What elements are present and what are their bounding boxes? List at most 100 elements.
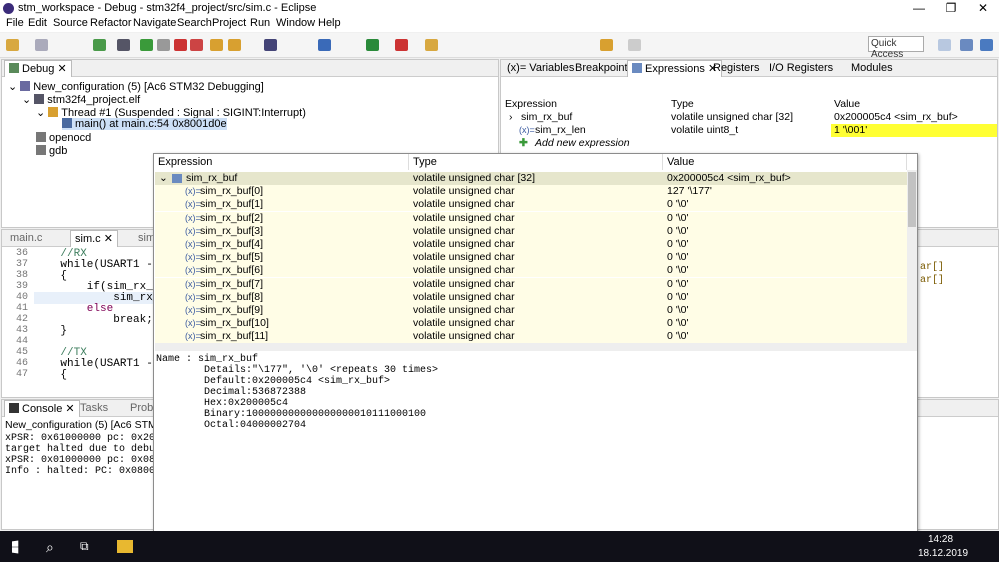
tree-item-openocd[interactable]: openocd xyxy=(36,132,91,144)
popup-row[interactable]: ⌄ sim_rx_buf volatile unsigned char [32]… xyxy=(155,172,907,185)
menu-help[interactable]: Help xyxy=(318,17,341,29)
quick-access-input[interactable]: Quick Access xyxy=(868,36,924,60)
popup-row-name: sim_rx_buf[6] xyxy=(200,264,264,277)
clock-date[interactable]: 18.12.2019 xyxy=(918,548,968,559)
popup-row[interactable]: (x)= sim_rx_buf[5] volatile unsigned char 0… xyxy=(155,251,907,265)
popup-row-value: 0 '\0' xyxy=(667,290,689,303)
popup-row-value: 0 '\0' xyxy=(667,224,689,237)
process-icon xyxy=(36,145,46,155)
back-icon[interactable] xyxy=(600,39,613,51)
run-icon[interactable] xyxy=(366,39,379,51)
popup-row[interactable]: (x)= sim_rx_buf[3] volatile unsigned char 0… xyxy=(155,224,907,238)
tab-modules[interactable]: Modules xyxy=(847,60,897,77)
expr-name: sim_rx_buf xyxy=(521,111,573,123)
c-perspective-icon[interactable] xyxy=(960,39,973,51)
menu-navigate[interactable]: Navigate xyxy=(133,17,176,29)
popup-row-type: volatile unsigned char xyxy=(413,330,515,343)
popup-row[interactable]: (x)= sim_rx_buf[7] volatile unsigned char 0… xyxy=(155,277,907,291)
search-icon[interactable]: ⌕ xyxy=(46,539,54,556)
collapse-icon[interactable]: ⌄ xyxy=(159,172,168,185)
scroll-thumb[interactable] xyxy=(908,172,916,227)
process-icon xyxy=(34,94,45,104)
popup-row[interactable]: (x)= sim_rx_buf[10] volatile unsigned char… xyxy=(155,317,907,331)
popup-col-expression[interactable]: Expression xyxy=(154,154,409,170)
tab-expressions[interactable]: Expressions ✕ xyxy=(627,60,723,77)
expr-row[interactable]: (x)= sim_rx_len volatile uint8_t 1 '\001… xyxy=(503,124,997,137)
popup-row[interactable]: (x)= sim_rx_buf[6] volatile unsigned char 0… xyxy=(155,264,907,278)
menu-refactor[interactable]: Refactor xyxy=(90,17,132,29)
tab-tasks[interactable]: Tasks xyxy=(76,400,112,417)
tab-sim-c[interactable]: sim.c ✕ xyxy=(70,230,118,247)
task-view-icon[interactable]: ⧉ xyxy=(80,539,89,554)
close-button[interactable]: ✕ xyxy=(967,0,999,17)
debug-perspective-icon[interactable] xyxy=(980,39,993,51)
expr-col-expression[interactable]: Expression xyxy=(505,98,557,110)
popup-row[interactable]: (x)= sim_rx_buf[8] volatile unsigned char 0… xyxy=(155,290,907,304)
maximize-button[interactable]: ❐ xyxy=(935,0,967,17)
open-folder-icon[interactable] xyxy=(425,39,438,51)
tab-main-c[interactable]: main.c xyxy=(6,230,46,247)
menu-run[interactable]: Run xyxy=(250,17,270,29)
code-line[interactable]: { xyxy=(34,369,67,381)
popup-row[interactable]: (x)= sim_rx_buf[11] volatile unsigned char… xyxy=(155,330,907,344)
tab-registers[interactable]: Registers xyxy=(709,60,763,77)
step-over-icon[interactable] xyxy=(228,39,241,51)
popup-row-name: sim_rx_buf[4] xyxy=(200,238,264,250)
tab-debug[interactable]: Debug ✕ xyxy=(4,60,72,77)
instruction-step-icon[interactable] xyxy=(264,39,277,51)
menu-edit[interactable]: Edit xyxy=(28,17,47,29)
external-tools-icon[interactable] xyxy=(395,39,408,51)
clock-time[interactable]: 14:28 xyxy=(928,534,953,545)
popup-row[interactable]: (x)= sim_rx_buf[2] volatile unsigned char 0… xyxy=(155,211,907,225)
expand-icon[interactable]: › xyxy=(509,111,513,124)
skip-breakpoints-icon[interactable] xyxy=(117,39,130,51)
menu-source[interactable]: Source xyxy=(53,17,88,29)
tree-item-gdb[interactable]: gdb xyxy=(36,145,67,157)
expr-col-type[interactable]: Type xyxy=(671,98,694,110)
popup-col-value[interactable]: Value xyxy=(663,154,907,170)
popup-row[interactable]: (x)= sim_rx_buf[1] volatile unsigned char 0… xyxy=(155,198,907,212)
disconnect-icon[interactable] xyxy=(190,39,203,51)
popup-row-type: volatile unsigned char [32] xyxy=(413,172,535,184)
expr-row[interactable]: › sim_rx_buf volatile unsigned char [32]… xyxy=(503,111,997,124)
popup-row[interactable]: (x)= sim_rx_buf[9] volatile unsigned char 0… xyxy=(155,304,907,317)
expr-col-value[interactable]: Value xyxy=(834,98,860,110)
step-into-icon[interactable] xyxy=(210,39,223,51)
code-line[interactable]: } xyxy=(34,325,67,337)
line-number: 41 xyxy=(15,303,28,314)
perspective-icon[interactable] xyxy=(938,39,951,51)
popup-details: Name : sim_rx_buf Details:"\177", '\0' <… xyxy=(156,354,439,431)
popup-vscrollbar[interactable] xyxy=(907,170,917,341)
popup-row-value: 0 '\0' xyxy=(667,251,689,264)
variable-icon: (x)= xyxy=(185,252,201,263)
save-icon[interactable] xyxy=(35,39,48,51)
tab-console[interactable]: Console ✕ xyxy=(4,400,80,417)
popup-row-value: 0 '\0' xyxy=(667,238,689,250)
popup-col-type[interactable]: Type xyxy=(409,154,663,170)
debug-icon[interactable] xyxy=(318,39,331,51)
process-icon xyxy=(36,132,46,142)
menu-search[interactable]: Search xyxy=(177,17,212,29)
windows-start-icon[interactable] xyxy=(12,540,19,554)
popup-row[interactable]: (x)= sim_rx_buf[0] volatile unsigned char 1… xyxy=(155,185,907,199)
forward-icon[interactable] xyxy=(628,39,641,51)
popup-row[interactable]: (x)= sim_rx_buf[4] volatile unsigned char 0… xyxy=(155,238,907,251)
tab-io-registers[interactable]: I/O Registers xyxy=(765,60,837,77)
suspend-icon[interactable] xyxy=(157,39,170,51)
add-expression-row[interactable]: ✚ Add new expression xyxy=(503,137,997,150)
minimize-button[interactable]: — xyxy=(903,0,935,17)
resume-icon[interactable] xyxy=(140,39,153,51)
menu-project[interactable]: Project xyxy=(212,17,246,29)
new-icon[interactable] xyxy=(6,39,19,51)
popup-row-type: volatile unsigned char xyxy=(413,264,515,277)
tree-item-elf[interactable]: ⌄ stm32f4_project.elf xyxy=(22,93,140,106)
tree-item-frame[interactable]: main() at main.c:54 0x8001d0e xyxy=(62,118,227,130)
menu-file[interactable]: File xyxy=(6,17,24,29)
tree-item-launch[interactable]: ⌄ New_configuration (5) [Ac6 STM32 Debug… xyxy=(8,80,264,93)
variable-icon: (x)= xyxy=(185,278,201,289)
file-explorer-icon[interactable] xyxy=(117,540,133,553)
build-icon[interactable] xyxy=(93,39,106,51)
menu-window[interactable]: Window xyxy=(276,17,315,29)
terminate-icon[interactable] xyxy=(174,39,187,51)
tab-variables[interactable]: (x)= Variables xyxy=(503,60,578,77)
